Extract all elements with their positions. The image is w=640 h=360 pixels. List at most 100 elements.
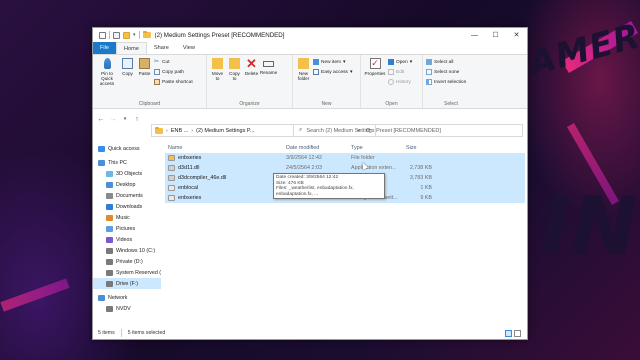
nav-item-icon <box>98 145 105 152</box>
rename-icon <box>263 61 274 67</box>
view-buttons <box>505 329 521 337</box>
breadcrumb-item[interactable]: (2) Medium Settings P... <box>196 128 254 134</box>
nav-item[interactable]: This PC <box>93 157 161 168</box>
new-group: New folder New item ▾ Easy access ▾ New <box>293 55 361 108</box>
nav-item[interactable]: 3D Objects <box>93 168 161 179</box>
back-button[interactable]: ← <box>97 116 105 123</box>
breadcrumb-item[interactable]: ENB ... <box>171 128 188 134</box>
new-folder-icon <box>298 58 309 69</box>
column-header-date[interactable]: Date modified <box>283 145 348 151</box>
status-bar: 5 items 5 items selected <box>93 327 527 339</box>
minimize-button[interactable]: — <box>464 28 485 42</box>
new-item-button[interactable]: New item ▾ <box>313 58 352 66</box>
ribbon-tabs: File Home Share View <box>93 42 527 54</box>
nav-item-icon <box>106 192 113 199</box>
tab-home[interactable]: Home <box>116 42 147 54</box>
maximize-button[interactable]: ☐ <box>485 28 506 42</box>
select-all-label: Select all <box>434 59 454 65</box>
nav-item-label: This PC <box>108 159 127 166</box>
copy-to-label: Copy to <box>229 71 240 81</box>
select-none-button[interactable]: Select none <box>426 68 466 76</box>
invert-selection-label: Invert selection <box>434 79 467 85</box>
checkmark-icon[interactable] <box>113 31 120 39</box>
tab-view[interactable]: View <box>176 42 202 54</box>
tooltip-files: Files: _weatherlist, enbadaptation.fx, e… <box>276 186 354 197</box>
cut-button[interactable]: ✂ Cut <box>154 58 193 66</box>
group-label: Select <box>444 101 458 107</box>
column-header-type[interactable]: Type <box>348 145 403 151</box>
tab-share[interactable]: Share <box>147 42 176 54</box>
cut-label: Cut <box>162 59 170 65</box>
rename-label: Rename <box>259 70 278 75</box>
file-size-cell: 2,738 KB <box>409 164 432 171</box>
nav-item-icon <box>106 269 113 276</box>
nav-item[interactable]: Network <box>93 292 161 303</box>
details-view-button[interactable] <box>505 329 512 337</box>
forward-button[interactable]: → <box>109 116 117 123</box>
column-header-name[interactable]: Name <box>165 145 283 151</box>
move-folder-icon <box>212 58 223 69</box>
file-tooltip: Date created: 3/9/2564 12:42 Size: 476 K… <box>273 173 385 200</box>
new-folder-label: New folder <box>297 71 310 81</box>
nav-item-label: Videos <box>116 236 133 243</box>
search-placeholder: Search (2) Medium Settings Preset [RECOM… <box>306 127 441 134</box>
paste-label: Paste <box>138 71 151 76</box>
nav-item[interactable]: Drive (F:) <box>93 278 161 289</box>
clipboard-group: Pin to Quick access Copy Paste ✂ Cut Copy… <box>93 55 207 108</box>
nav-item[interactable]: Downloads <box>93 201 161 212</box>
nav-item-label: Desktop <box>116 181 136 188</box>
nav-item-icon <box>106 203 113 210</box>
edit-icon <box>388 69 394 75</box>
copy-path-button[interactable]: Copy path <box>154 68 193 76</box>
nav-item[interactable]: System Reserved ( <box>93 267 161 278</box>
file-name: enbseries <box>178 154 202 161</box>
file-name-cell: d3dcompiler_46e.dll <box>165 174 283 181</box>
file-type-cell: Application exten... <box>351 164 397 171</box>
open-button[interactable]: Open ▾ <box>388 58 412 66</box>
nav-item-label: Music <box>116 214 130 221</box>
edit-button[interactable]: Edit <box>388 68 412 76</box>
folder-icon <box>142 31 151 38</box>
file-row[interactable]: enbseries 3/9/2564 12:42 File folder <box>165 153 525 163</box>
copy-label: Copy <box>122 71 133 76</box>
select-all-button[interactable]: Select all <box>426 58 466 66</box>
chevron-down-icon[interactable]: ▾ <box>133 32 136 38</box>
history-button[interactable]: History <box>388 78 412 86</box>
navigation-pane: Quick access This PC 3D Objects Desktop Docu… <box>93 143 161 328</box>
select-none-label: Select none <box>434 69 460 75</box>
file-name-cell: enblocal <box>165 184 283 191</box>
file-row[interactable]: d3d11.dll 24/5/2564 2:03 Application exten… <box>165 163 525 173</box>
nav-item[interactable]: Documents <box>93 190 161 201</box>
nav-item[interactable]: NVDV <box>93 303 161 314</box>
invert-selection-button[interactable]: Invert selection <box>426 78 466 86</box>
up-button[interactable]: ↑ <box>133 116 141 123</box>
nav-item[interactable]: Pictures <box>93 223 161 234</box>
properties-icon[interactable] <box>99 31 106 39</box>
nav-item[interactable]: Music <box>93 212 161 223</box>
open-icon <box>388 59 394 65</box>
paste-shortcut-button[interactable]: Paste shortcut <box>154 78 193 86</box>
nav-item-icon <box>106 258 113 265</box>
easy-access-button[interactable]: Easy access ▾ <box>313 68 352 76</box>
nav-item[interactable]: Windows 10 (C:) <box>93 245 161 256</box>
tab-file[interactable]: File <box>93 42 117 54</box>
close-button[interactable]: ✕ <box>506 28 527 42</box>
recent-locations-button[interactable]: ▾ <box>121 116 129 122</box>
search-input[interactable]: ⌕ Search (2) Medium Settings Preset [REC… <box>293 124 523 137</box>
nav-item[interactable]: Private (D:) <box>93 256 161 267</box>
scissors-icon: ✂ <box>154 59 160 65</box>
nav-item-label: Pictures <box>116 225 136 232</box>
nav-item[interactable]: Quick access <box>93 143 161 154</box>
copy-path-label: Copy path <box>162 69 184 75</box>
file-icon <box>168 194 175 201</box>
nav-item[interactable]: Videos <box>93 234 161 245</box>
large-icons-view-button[interactable] <box>514 329 521 337</box>
nav-item-label: Quick access <box>108 145 140 152</box>
column-header-size[interactable]: Size <box>403 145 435 151</box>
folder-small-icon[interactable] <box>123 31 130 39</box>
open-label: Open <box>396 59 408 65</box>
paste-icon <box>139 58 150 69</box>
quick-access-toolbar: ▾ <box>93 31 151 39</box>
select-group: Select all Select none Invert selection … <box>423 55 479 108</box>
nav-item[interactable]: Desktop <box>93 179 161 190</box>
